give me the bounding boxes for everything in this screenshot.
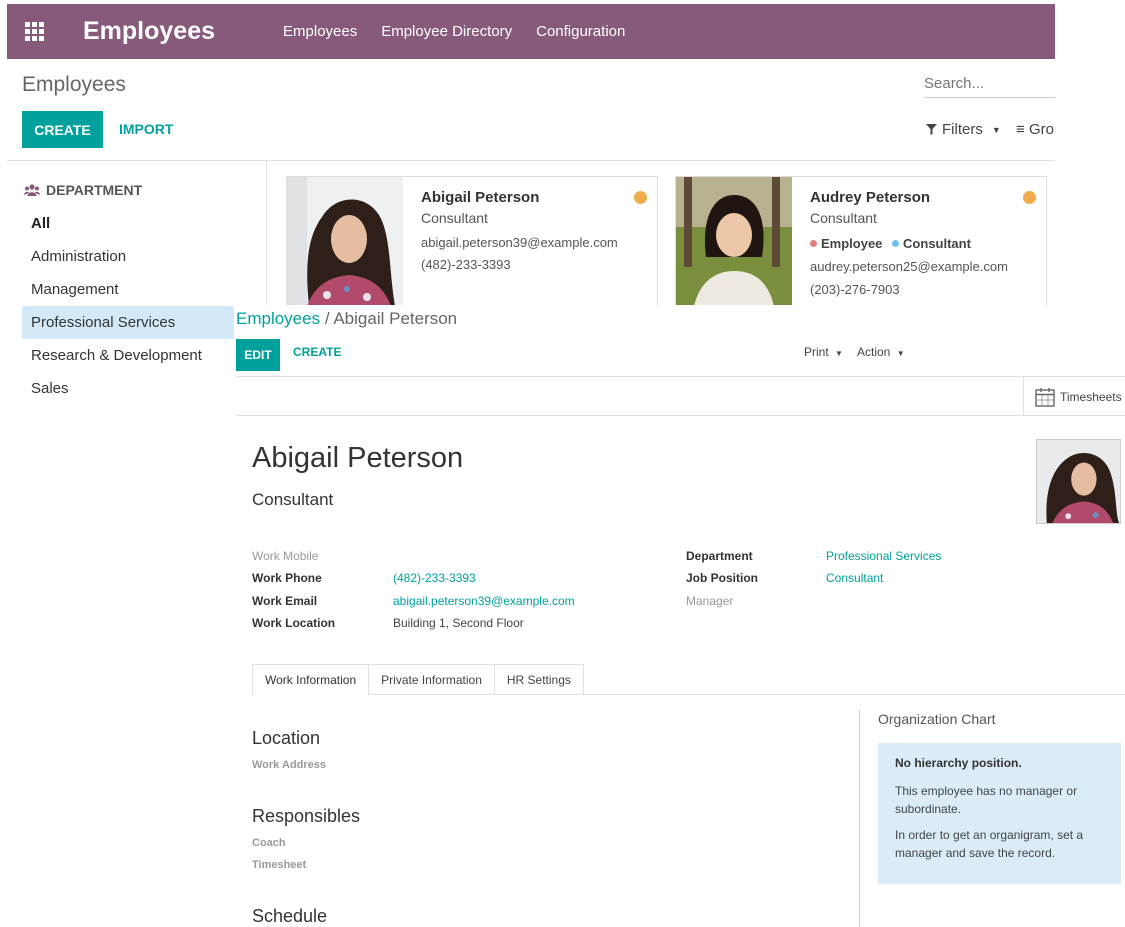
action-label: Action [857,345,891,359]
department-panel-header: DEPARTMENT [24,182,142,198]
work-address-label: Work Address [252,759,326,771]
responsibles-section-title: Responsibles [252,806,361,826]
work-phone-label: Work Phone [252,571,322,585]
smart-buttons-bar: Timesheets [236,376,1125,416]
filters-label: Filters [942,121,983,138]
filters-dropdown[interactable]: Filters ▼ [926,121,1001,138]
org-chart-text: In order to get an organigram, set a man… [895,828,1084,860]
work-email-value[interactable]: abigail.peterson39@example.com [393,594,575,608]
app-title[interactable]: Employees [83,17,215,46]
work-email-label: Work Email [252,594,318,608]
department-item-all[interactable]: All [22,207,234,240]
job-position-value[interactable]: Consultant [826,571,883,585]
breadcrumb: Employees / Abigail Peterson [236,309,457,329]
manager-label: Manager [686,594,734,608]
edit-button[interactable]: EDIT [236,339,280,371]
employee-phone: (203)-276-7903 [810,282,900,297]
employee-phone: (482)-233-3393 [421,257,511,272]
org-chart-text: This employee has no manager or subordin… [895,784,1078,816]
employee-job: Consultant [810,210,877,226]
search-box [924,70,1055,98]
department-item-management[interactable]: Management [22,273,234,306]
employee-email: audrey.peterson25@example.com [810,259,1008,274]
menu-employee-directory[interactable]: Employee Directory [381,23,512,40]
employee-card[interactable]: Audrey Peterson Consultant Employee Cons… [675,176,1047,305]
import-button[interactable]: IMPORT [119,121,173,137]
employee-name: Abigail Peterson [421,189,540,206]
tag-employee: Employee [810,236,882,251]
print-dropdown[interactable]: Print ▼ [804,345,843,359]
filter-icon [926,124,937,135]
department-value[interactable]: Professional Services [826,549,941,563]
timesheet-label: Timesheet [252,859,307,871]
divider [266,160,267,306]
page-title: Employees [22,73,126,96]
tab-hr-settings[interactable]: HR Settings [493,664,584,695]
job-position-label: Job Position [686,571,758,585]
caret-down-icon: ▼ [991,124,1001,135]
location-section-title: Location [252,728,321,748]
breadcrumb-current: Abigail Peterson [333,309,458,328]
caret-down-icon: ▼ [896,349,905,358]
create-button[interactable]: CREATE [293,345,341,359]
work-phone-value[interactable]: (482)-233-3393 [393,571,476,585]
employee-name-heading[interactable]: Abigail Peterson [252,442,463,475]
tab-divider [369,694,1125,695]
employee-photo [287,177,403,305]
groupby-label: Group By [1028,121,1055,138]
create-button[interactable]: CREATE [22,111,103,148]
org-chart-title: Organization Chart [878,711,996,727]
users-icon [24,184,40,196]
search-input[interactable] [924,70,1055,96]
schedule-section-title: Schedule [252,906,328,926]
print-label: Print [804,345,829,359]
coach-label: Coach [252,837,286,849]
caret-down-icon: ▼ [835,349,843,358]
top-menu: Employees Employee Directory Configurati… [283,23,625,40]
menu-configuration[interactable]: Configuration [536,23,625,40]
employee-photo [676,177,792,305]
tab-private-information[interactable]: Private Information [368,664,495,695]
department-item-research-development[interactable]: Research & Development [22,339,234,372]
employee-form-view: Employees / Abigail Peterson EDIT CREATE… [235,305,1125,927]
timesheets-label: Timesheets [1060,389,1122,404]
org-chart-separator [859,710,860,927]
status-dot [634,191,647,204]
department-list: All Administration Management Profession… [22,207,234,405]
department-item-administration[interactable]: Administration [22,240,234,273]
org-chart-info-box: No hierarchy position. This employee has… [878,743,1121,884]
tag-consultant: Consultant [892,236,971,251]
divider [7,160,1055,161]
employee-name: Audrey Peterson [810,189,931,206]
top-navbar: Employees Employees Employee Directory C… [7,4,1055,59]
action-dropdown[interactable]: Action ▼ [857,345,905,359]
breadcrumb-employees-link[interactable]: Employees [236,309,320,328]
employee-card[interactable]: Abigail Peterson Consultant abigail.pete… [286,176,658,305]
apps-grid-icon[interactable] [25,21,47,43]
employee-avatar[interactable] [1036,439,1121,524]
status-dot [1023,191,1036,204]
employee-job-title[interactable]: Consultant [252,490,333,510]
work-mobile-label: Work Mobile [252,549,319,563]
employee-tags: Employee Consultant [810,235,977,251]
department-label: Department [686,549,753,563]
work-location-label: Work Location [252,616,336,630]
employee-job: Consultant [421,210,488,226]
timesheets-button[interactable]: Timesheets [1023,377,1125,416]
department-item-sales[interactable]: Sales [22,372,234,405]
breadcrumb-separator: / [320,309,334,328]
employee-email: abigail.peterson39@example.com [421,235,618,250]
department-header-label: DEPARTMENT [46,182,143,198]
form-tabs: Work Information Private Information HR … [252,664,584,695]
department-item-professional-services[interactable]: Professional Services [22,306,234,339]
groupby-dropdown[interactable]: ≡ Group By [1016,121,1055,138]
tab-work-information[interactable]: Work Information [252,664,370,695]
menu-employees[interactable]: Employees [283,23,357,40]
work-location-value[interactable]: Building 1, Second Floor [393,616,524,630]
org-chart-heading: No hierarchy position. [895,756,1022,770]
list-icon: ≡ [1016,121,1025,138]
calendar-icon [1035,387,1055,407]
